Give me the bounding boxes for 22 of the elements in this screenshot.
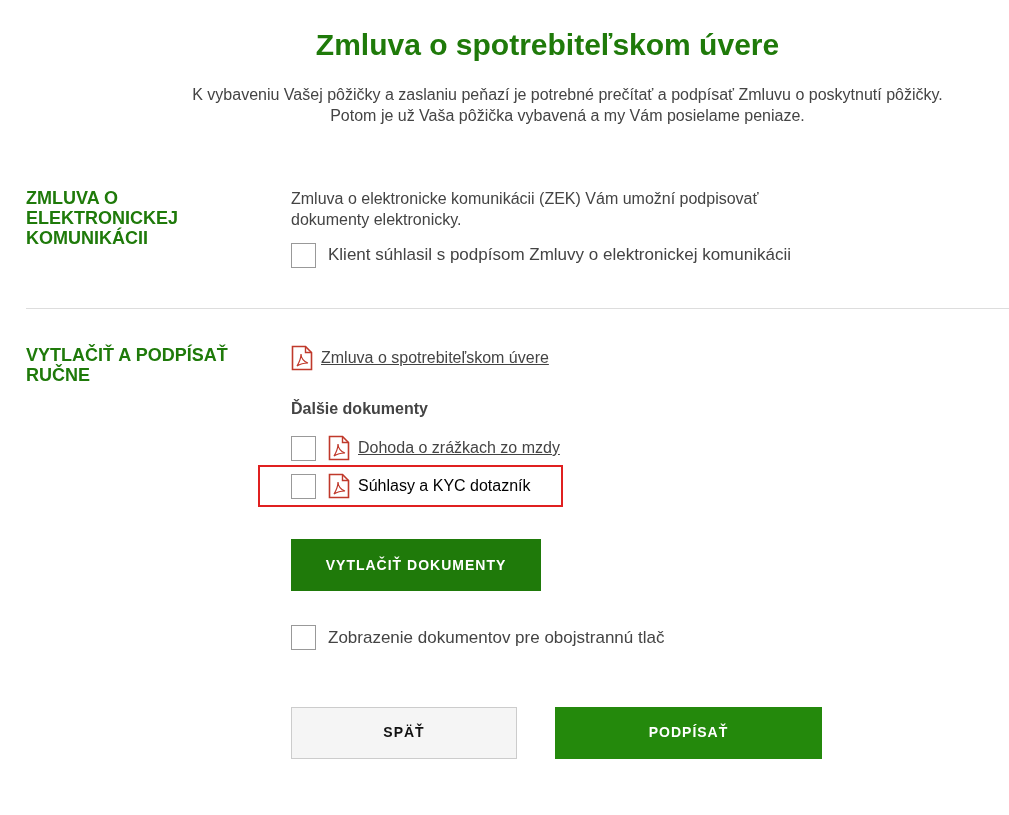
- checkbox[interactable]: [291, 473, 316, 499]
- intro-text: K vybaveniu Vašej pôžičky a zaslaniu peňazí je potrebné prečítať a podpísať Zmluvu o poskytnutí pôžičky.: [191, 85, 944, 105]
- section-heading: VYTLAČIŤ A PODPÍSAŤ RUČNE: [26, 345, 229, 387]
- document-link[interactable]: Zmluva o spotrebiteľskom úvere: [321, 346, 549, 370]
- pdf-icon: [328, 435, 350, 461]
- sign-button[interactable]: PODPÍSAŤ: [555, 706, 822, 759]
- checkbox-label: Klient súhlasil s podpísom Zmluvy o elektronickej komunikácii: [328, 244, 791, 266]
- pdf-icon: [328, 473, 350, 499]
- page-title: Zmluva o spotrebiteľskom úvere: [314, 27, 781, 63]
- section-heading: ZMLUVA O ELEKTRONICKEJ KOMUNIKÁCII: [26, 188, 179, 250]
- checkbox[interactable]: [291, 625, 316, 651]
- checkbox[interactable]: [291, 435, 316, 461]
- document-link[interactable]: Dohoda o zrážkach zo mzdy: [358, 436, 560, 460]
- back-button[interactable]: SPÄŤ: [291, 706, 517, 759]
- subheading: Ďalšie dokumenty: [291, 398, 429, 419]
- checkbox-label: Zobrazenie dokumentov pre obojstrannú tlač: [328, 627, 665, 649]
- print-button[interactable]: VYTLAČIŤ DOKUMENTY: [291, 539, 541, 591]
- pdf-icon: [291, 345, 313, 371]
- description-text: Zmluva o elektronicke komunikácii (ZEK) Vám umožní podpisovať dokumenty elektronicky.: [291, 189, 760, 230]
- intro-text: Potom je už Vaša pôžička vybavená a my Vám posielame peniaze.: [329, 106, 806, 126]
- checkbox[interactable]: [291, 242, 316, 268]
- document-label: Súhlasy a KYC dotazník: [358, 476, 531, 496]
